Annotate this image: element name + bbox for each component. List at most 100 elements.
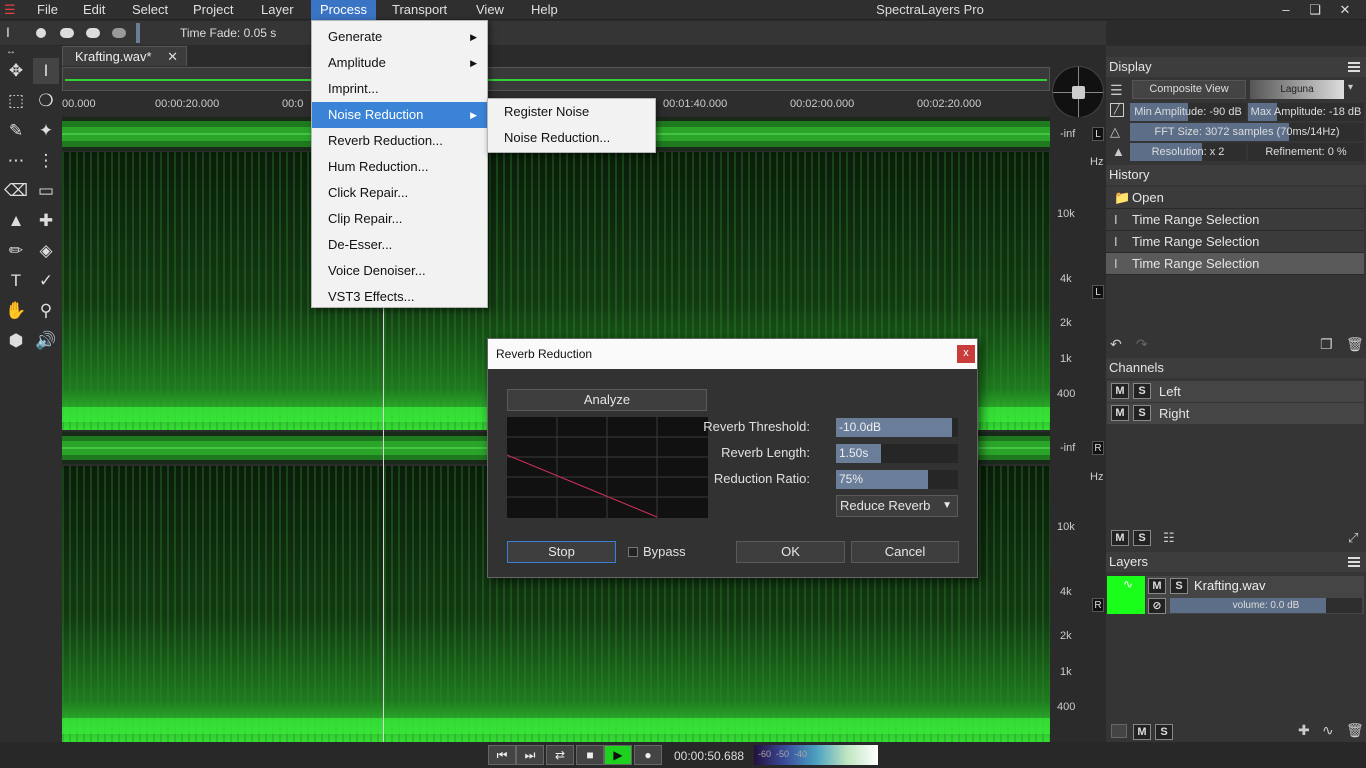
zoom-tool-icon[interactable]: ⚲ <box>33 298 59 324</box>
channel-list-icon[interactable]: ☷ <box>1163 530 1175 546</box>
fft-size-field[interactable]: FFT Size: 3072 samples (70ms/14Hz) <box>1130 123 1364 141</box>
reverb-mode-select[interactable]: Reduce Reverb ▼ <box>836 495 958 517</box>
stop-button[interactable]: Stop <box>507 541 616 563</box>
menu-transport[interactable]: Transport <box>383 0 456 20</box>
copy-icon[interactable]: ❐ <box>1320 336 1333 353</box>
magic-wand-tool-icon[interactable]: ✦ <box>33 118 59 144</box>
menu-item-amplitude[interactable]: Amplitude ▶ <box>312 50 487 76</box>
delete-layer-icon[interactable]: 🗑 <box>1346 722 1364 739</box>
menu-help[interactable]: Help <box>522 0 567 20</box>
channels-mute-all-button[interactable]: M <box>1111 530 1129 546</box>
reduction-ratio-slider[interactable]: 75% <box>836 470 958 489</box>
channel-row-right[interactable]: M S Right <box>1107 403 1364 424</box>
ok-button[interactable]: OK <box>736 541 845 563</box>
overview-bar[interactable] <box>62 67 1050 91</box>
stop-icon[interactable]: ■ <box>576 745 604 765</box>
menu-item-reverb-reduction[interactable]: Reverb Reduction... <box>312 128 487 154</box>
rect-select-tool-icon[interactable]: ⬚ <box>3 88 29 114</box>
trash-icon[interactable]: 🗑 <box>1346 336 1364 353</box>
shape-half-icon[interactable] <box>86 28 100 38</box>
layers-menu-icon[interactable] <box>1348 557 1360 567</box>
shape-round-icon[interactable] <box>36 28 46 38</box>
menu-item-clip-repair[interactable]: Clip Repair... <box>312 206 487 232</box>
dialog-close-button[interactable]: x <box>957 345 975 363</box>
skip-start-icon[interactable]: ⏮ <box>488 745 516 765</box>
channel-row-left[interactable]: M S Left <box>1107 381 1364 402</box>
mute-button[interactable]: M <box>1111 383 1129 399</box>
time-fade-slider[interactable] <box>136 23 140 43</box>
menu-edit[interactable]: Edit <box>74 0 114 20</box>
channel-resize-icon[interactable]: ⤢ <box>1348 530 1358 546</box>
mute-button[interactable]: M <box>1111 405 1129 421</box>
reverb-threshold-slider[interactable]: -10.0dB <box>836 418 958 437</box>
layers-mute-all-button[interactable]: M <box>1133 724 1151 740</box>
lasso-tool-icon[interactable]: ❍ <box>33 88 59 114</box>
menu-layer[interactable]: Layer <box>252 0 303 20</box>
freq-select-tool-icon[interactable]: ⋯ <box>3 148 29 174</box>
menu-item-noise-reduction-dialog[interactable]: Noise Reduction... <box>488 125 655 151</box>
layer-solo-button[interactable]: S <box>1170 578 1188 594</box>
layer-color-swatch[interactable] <box>1111 724 1127 738</box>
brush-select-tool-icon[interactable]: ✎ <box>3 118 29 144</box>
history-item[interactable]: I Time Range Selection <box>1106 231 1364 253</box>
cube-tool-icon[interactable]: ⬢ <box>3 328 29 354</box>
history-item-selected[interactable]: I Time Range Selection <box>1106 253 1364 275</box>
layer-phase-icon[interactable]: ⊘ <box>1148 598 1166 614</box>
display-menu-icon[interactable] <box>1348 62 1360 72</box>
layer-thumbnail[interactable]: ∿ <box>1107 576 1145 614</box>
minimize-icon[interactable]: – <box>1272 0 1300 20</box>
menu-item-noise-reduction[interactable]: Noise Reduction ▶ <box>312 102 487 128</box>
menu-item-vst3-effects[interactable]: VST3 Effects... <box>312 284 487 310</box>
menu-item-imprint[interactable]: Imprint... <box>312 76 487 102</box>
redo-icon[interactable]: ↷ <box>1136 336 1148 353</box>
close-icon[interactable]: ✕ <box>1331 0 1359 20</box>
channels-solo-all-button[interactable]: S <box>1133 530 1151 546</box>
menu-item-de-esser[interactable]: De-Esser... <box>312 232 487 258</box>
fill-tool-icon[interactable]: ◈ <box>33 238 59 264</box>
history-item[interactable]: 📁 Open <box>1106 187 1364 209</box>
menu-process[interactable]: Process <box>311 0 376 20</box>
composite-view-button[interactable]: Composite View <box>1132 80 1246 99</box>
min-amplitude-field[interactable]: Min Amplitude: -90 dB <box>1130 103 1246 121</box>
soft-eraser-tool-icon[interactable]: ▭ <box>33 178 59 204</box>
layers-stack-icon[interactable]: ☰ <box>1110 82 1123 99</box>
analyze-button[interactable]: Analyze <box>507 389 707 411</box>
bypass-checkbox[interactable] <box>628 547 638 557</box>
collapse-arrows-icon[interactable]: ↔ <box>6 46 16 57</box>
reverb-length-slider[interactable]: 1.50s <box>836 444 958 463</box>
layers-solo-all-button[interactable]: S <box>1155 724 1173 740</box>
stamp-tool-icon[interactable]: ▲ <box>3 208 29 234</box>
shape-wide-icon[interactable] <box>60 28 74 38</box>
pencil-tool-icon[interactable]: ✏ <box>3 238 29 264</box>
layer-volume-slider[interactable]: volume: 0.0 dB <box>1170 598 1362 613</box>
history-item[interactable]: I Time Range Selection <box>1106 209 1364 231</box>
palette-dropdown-icon[interactable]: ▾ <box>1348 82 1353 93</box>
speaker-tool-icon[interactable]: 🔊 <box>33 328 59 354</box>
move-tool-icon[interactable]: ✥ <box>3 58 29 84</box>
text-tool-icon[interactable]: T <box>3 268 29 294</box>
vertical-select-tool-icon[interactable]: ⋮ <box>33 148 59 174</box>
cancel-button[interactable]: Cancel <box>851 541 959 563</box>
hand-tool-icon[interactable]: ✋ <box>3 298 29 324</box>
max-amplitude-field[interactable]: Max Amplitude: -18 dB <box>1248 103 1364 121</box>
menu-view[interactable]: View <box>467 0 513 20</box>
menu-item-click-repair[interactable]: Click Repair... <box>312 180 487 206</box>
add-waveform-layer-icon[interactable]: ∿ <box>1322 722 1334 739</box>
solo-button[interactable]: S <box>1133 405 1151 421</box>
menu-item-generate[interactable]: Generate ▶ <box>312 24 487 50</box>
menu-item-voice-denoiser[interactable]: Voice Denoiser... <box>312 258 487 284</box>
time-selection-tool-icon[interactable]: I <box>33 58 59 84</box>
play-icon[interactable]: ▶ <box>604 745 632 765</box>
document-tab[interactable]: Krafting.wav* ✕ <box>62 46 187 66</box>
heal-tool-icon[interactable]: ✚ <box>33 208 59 234</box>
menu-item-register-noise[interactable]: Register Noise <box>488 99 655 125</box>
add-layer-icon[interactable]: ✚ <box>1298 722 1310 739</box>
loop-icon[interactable]: ⇄ <box>546 745 574 765</box>
menu-item-hum-reduction[interactable]: Hum Reduction... <box>312 154 487 180</box>
menu-select[interactable]: Select <box>123 0 177 20</box>
eraser-tool-icon[interactable]: ⌫ <box>3 178 29 204</box>
skip-end-icon[interactable]: ⏭ <box>516 745 544 765</box>
navigator-icon[interactable] <box>1052 66 1104 118</box>
palette-selector[interactable]: Laguna <box>1250 80 1344 99</box>
layer-mute-button[interactable]: M <box>1148 578 1166 594</box>
